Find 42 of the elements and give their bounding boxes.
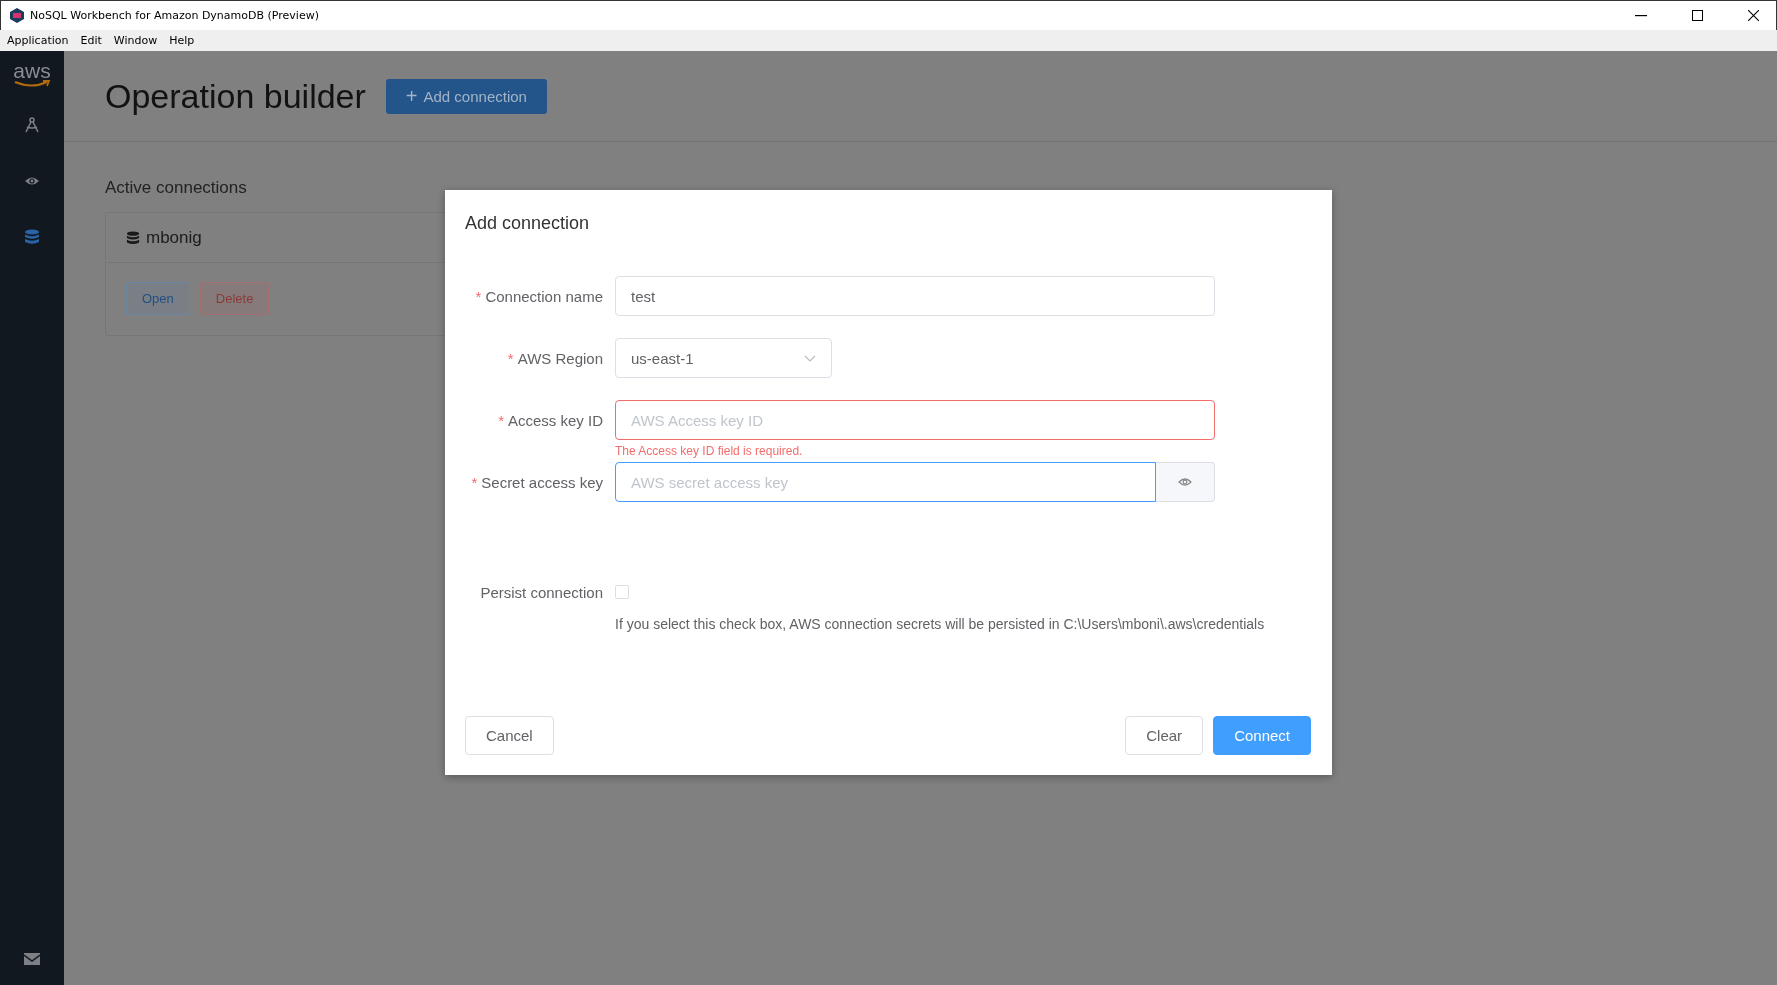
window-title: NoSQL Workbench for Amazon DynamoDB (Preview) (30, 9, 319, 22)
add-connection-button[interactable]: + Add connection (385, 78, 547, 114)
connection-name: mbonig (146, 227, 202, 248)
field-label: Connection name (485, 287, 603, 305)
show-password-button[interactable] (1156, 462, 1215, 502)
database-icon (24, 229, 40, 245)
help-text: If you select this check box, AWS connection secrets will be persisted in C:\Users\mboni\.aws\credentials (615, 616, 1266, 632)
eye-icon (1178, 477, 1192, 487)
minimize-icon[interactable] (1635, 14, 1647, 17)
region-dropdown[interactable]: us-east-1 (615, 338, 832, 378)
maximize-icon[interactable] (1692, 10, 1703, 21)
database-icon (126, 229, 140, 246)
input-field[interactable]: AWS Access key ID (615, 400, 1215, 440)
input-field[interactable]: AWS secret access key (615, 462, 1156, 502)
app-logo-icon (10, 8, 24, 23)
required-mark: * (475, 287, 482, 305)
field-label: AWS Region (517, 349, 603, 367)
error-message: The Access key ID field is required. (615, 443, 804, 460)
required-mark: * (498, 411, 504, 429)
compass-icon (24, 117, 40, 133)
dialog-button[interactable]: Cancel (465, 716, 554, 755)
dialog-title: Add connection (465, 213, 591, 234)
field-label: Persist connection (480, 583, 603, 601)
menu-item[interactable]: Edit (80, 34, 102, 47)
smile-arrow-icon (13, 80, 51, 88)
persist-checkbox[interactable] (615, 585, 629, 599)
logo-text: aws (13, 62, 51, 80)
close-icon[interactable] (1748, 10, 1759, 21)
menu-item[interactable]: Application (7, 34, 69, 47)
required-mark: * (471, 473, 478, 491)
menu-item[interactable]: Help (169, 34, 195, 47)
field-label: Secret access key (481, 473, 603, 491)
page-title: Operation builder (105, 76, 366, 116)
chevron-down-icon (804, 354, 816, 362)
input-field[interactable]: test (615, 276, 1215, 316)
section-title: Active connections (105, 178, 248, 198)
menu-item[interactable]: Window (113, 34, 158, 47)
dialog-button[interactable]: Clear (1125, 716, 1204, 755)
mail-icon[interactable] (24, 953, 40, 965)
required-mark: * (507, 349, 514, 367)
field-label: Access key ID (507, 411, 603, 429)
aws-logo[interactable]: aws (13, 51, 51, 97)
